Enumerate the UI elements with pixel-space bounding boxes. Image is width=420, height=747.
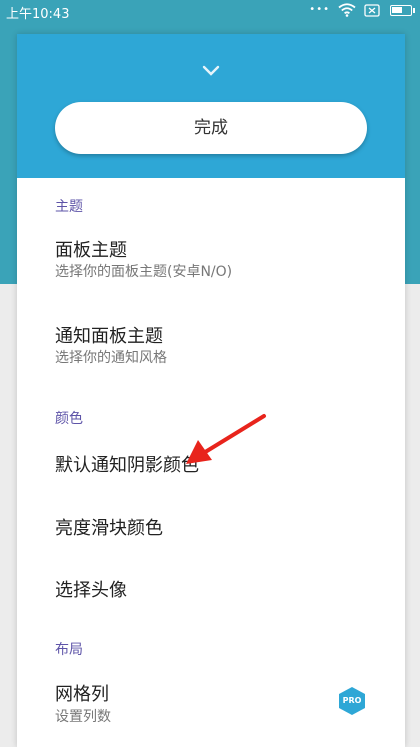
battery-icon xyxy=(390,4,415,16)
list-item-notification-theme[interactable]: 通知面板主题 选择你的通知风格 xyxy=(17,316,405,380)
item-title: 通知面板主题 xyxy=(55,326,163,347)
chevron-down-icon[interactable] xyxy=(201,61,221,81)
status-bar: 上午10:43 ••• xyxy=(0,0,420,24)
item-subtitle: 选择你的面板主题(安卓N/O) xyxy=(55,264,233,280)
item-title: 默认通知阴影颜色 xyxy=(55,455,199,476)
item-subtitle: 选择你的通知风格 xyxy=(55,350,167,366)
status-time: 上午10:43 xyxy=(6,7,70,22)
item-title: 选择头像 xyxy=(55,580,127,601)
section-title-layout: 布局 xyxy=(55,642,83,658)
done-button[interactable]: 完成 xyxy=(55,102,367,154)
wifi-icon xyxy=(338,3,356,17)
list-item-grid-columns[interactable]: 网格列 设置列数 PRO xyxy=(17,674,405,738)
item-title: 亮度滑块颜色 xyxy=(55,518,163,539)
list-item-panel-theme[interactable]: 面板主题 选择你的面板主题(安卓N/O) xyxy=(17,230,405,294)
section-title-color: 颜色 xyxy=(55,411,83,427)
panel-header: 完成 xyxy=(17,34,405,178)
section-title-theme: 主题 xyxy=(55,199,83,215)
list-item-brightness-slider-color[interactable]: 亮度滑块颜色 xyxy=(17,505,405,549)
item-subtitle: 设置列数 xyxy=(55,709,111,725)
item-title: 网格列 xyxy=(55,684,109,705)
more-dots-icon: ••• xyxy=(309,4,330,15)
settings-panel: 完成 主题 面板主题 选择你的面板主题(安卓N/O) 通知面板主题 选择你的通知… xyxy=(17,34,405,747)
list-item-choose-avatar[interactable]: 选择头像 xyxy=(17,568,405,612)
no-sim-icon xyxy=(364,3,380,17)
red-arrow-annotation xyxy=(186,414,266,464)
status-icons: ••• xyxy=(309,3,415,17)
pro-badge-icon: PRO xyxy=(339,687,365,715)
item-title: 面板主题 xyxy=(55,240,127,261)
